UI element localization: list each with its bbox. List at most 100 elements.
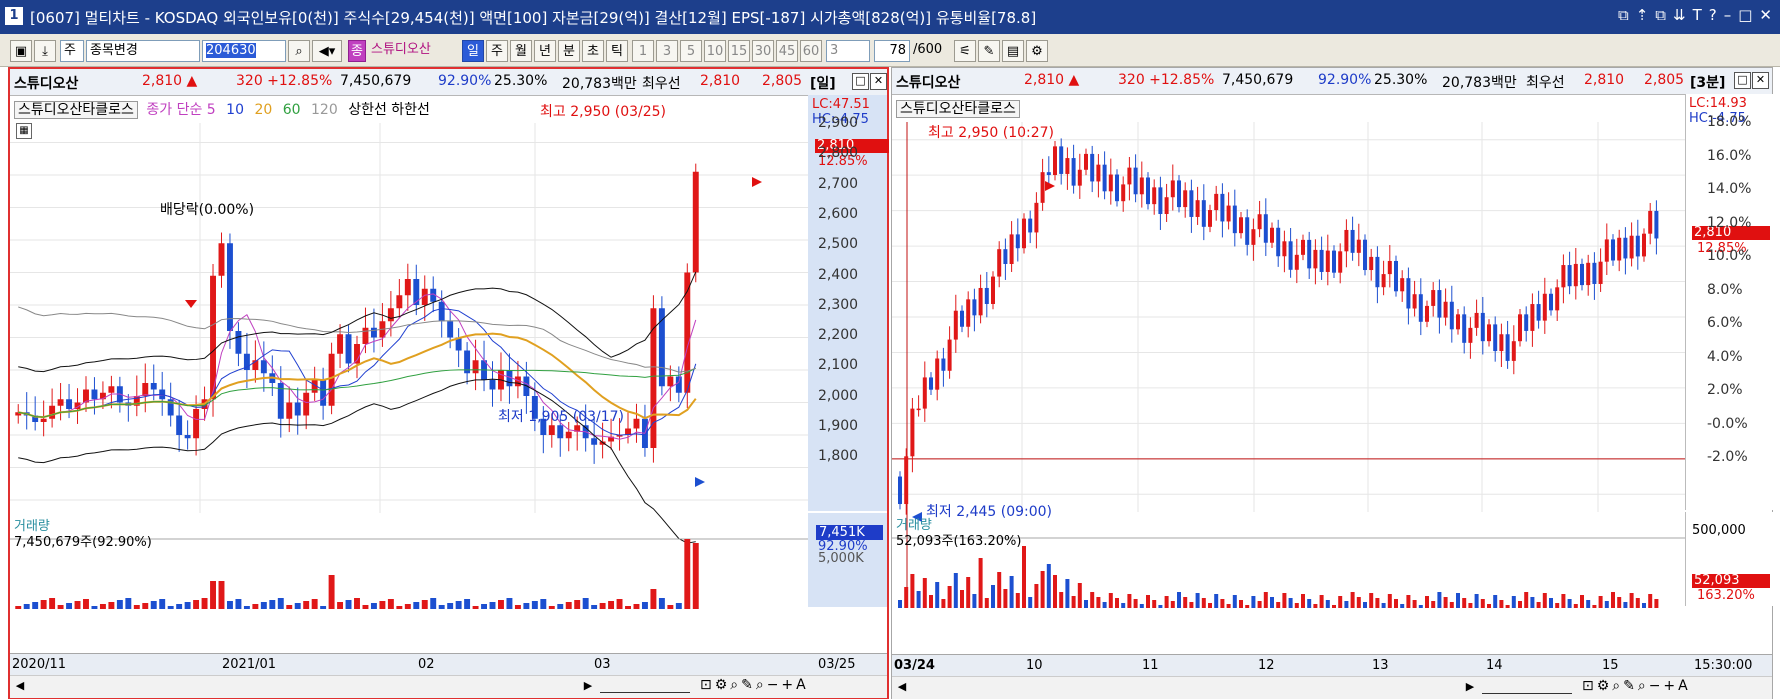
left-legend-name[interactable]: 스튜디오산타클로스	[14, 101, 138, 119]
scroll-right-icon[interactable]: ▶	[580, 678, 596, 694]
right-legend-name[interactable]: 스튜디오산타클로스	[896, 100, 1020, 118]
candle-body	[1282, 241, 1287, 257]
volume-bar	[1028, 597, 1033, 608]
lc-value: LC:14.93	[1689, 96, 1747, 111]
scroll-right-icon[interactable]: ▶	[1462, 679, 1478, 695]
candle-body	[438, 301, 445, 322]
volume-bar	[1561, 594, 1566, 608]
candle-body	[1226, 205, 1231, 222]
candle-body	[1623, 237, 1628, 259]
date-tick: 03/25	[818, 657, 856, 672]
help-icon[interactable]: ?	[1709, 6, 1717, 24]
period-month[interactable]: 월	[510, 40, 532, 62]
zoom-slider[interactable]	[600, 680, 690, 693]
gear-icon[interactable]: ⚙	[1026, 40, 1048, 62]
interval-1[interactable]: 1	[632, 40, 654, 62]
minute-candlestick-chart[interactable]	[892, 94, 1772, 608]
font-icon[interactable]: T	[1693, 6, 1702, 24]
candle-body	[991, 276, 995, 304]
volume-bar	[991, 585, 995, 608]
download-icon[interactable]: ⤓	[34, 40, 56, 62]
volume-bar	[1344, 601, 1349, 608]
candle-body	[633, 418, 640, 429]
volume-bar	[1604, 601, 1609, 608]
candle-body	[984, 287, 989, 304]
chart-tool-icons[interactable]: ⊡⚙⌕✎⌕−+A	[700, 677, 809, 693]
chart-tool-icons[interactable]: ⊡⚙⌕✎⌕−+A	[1582, 678, 1691, 694]
panel-close-icon[interactable]: ✕	[1752, 72, 1769, 89]
count-input[interactable]: 78	[874, 40, 910, 62]
chart-tools-icon[interactable]: ⚟	[954, 40, 976, 62]
stock-type-select[interactable]: 주	[60, 40, 84, 62]
volume-bar	[641, 602, 648, 609]
candle-body	[1046, 172, 1051, 176]
volume-bar	[40, 600, 47, 609]
candle-body	[91, 389, 98, 400]
interval-60[interactable]: 60	[800, 40, 822, 62]
candle-body	[142, 383, 149, 396]
volume-bar	[898, 600, 902, 608]
volume-bar	[235, 599, 242, 609]
restore-icon[interactable]: ⧉	[1618, 6, 1629, 24]
volume-bar	[1437, 592, 1442, 608]
panel-maximize-icon[interactable]: □	[1734, 72, 1751, 89]
interval-30[interactable]: 30	[752, 40, 774, 62]
table-icon[interactable]: ▦	[16, 123, 32, 139]
interval-5[interactable]: 5	[680, 40, 702, 62]
arrange-icon[interactable]: ⇊	[1673, 6, 1686, 24]
period-tick[interactable]: 틱	[606, 40, 628, 62]
layout-icon[interactable]: ▣	[10, 40, 32, 62]
candle-body	[1642, 233, 1646, 257]
date-tick: 03/24	[894, 658, 935, 673]
volume-bar	[1139, 604, 1144, 608]
high-arrow	[1045, 181, 1055, 191]
volume-bar	[1456, 593, 1460, 608]
interval-3[interactable]: 3	[656, 40, 678, 62]
save-icon[interactable]: ▤	[1002, 40, 1024, 62]
zoom-slider[interactable]	[1482, 681, 1572, 694]
candle-body	[286, 402, 293, 419]
panel-close-icon[interactable]: ✕	[870, 73, 887, 90]
tile-icon[interactable]: ⧉	[1655, 6, 1666, 24]
maximize-icon[interactable]: □	[1738, 6, 1752, 24]
search-icon[interactable]: ⌕	[288, 40, 310, 62]
candle-body	[235, 331, 242, 354]
interval-45[interactable]: 45	[776, 40, 798, 62]
candle-body	[910, 408, 915, 457]
volume-bar	[1152, 600, 1157, 608]
volume-bar	[1449, 602, 1454, 608]
volume-bar	[354, 598, 360, 609]
panel-maximize-icon[interactable]: □	[852, 73, 869, 90]
close-icon[interactable]: ✕	[1759, 6, 1772, 24]
change-stock-combo[interactable]: 종목변경	[86, 40, 200, 62]
candle-body	[260, 360, 267, 374]
speaker-icon[interactable]: ◀▾	[312, 40, 342, 62]
volume-bar	[269, 600, 276, 609]
y-tick: 8.0%	[1707, 281, 1743, 298]
scroll-left-icon[interactable]: ◀	[894, 679, 910, 695]
volume-bar	[472, 606, 479, 609]
interval-10[interactable]: 10	[704, 40, 726, 62]
interval-combo[interactable]: 3	[826, 40, 870, 62]
volume-bar	[1208, 603, 1212, 608]
pin-icon[interactable]: ⇡	[1636, 6, 1649, 24]
scroll-left-icon[interactable]: ◀	[12, 678, 28, 694]
period-minute[interactable]: 분	[558, 40, 580, 62]
draw-icon[interactable]: ✎	[978, 40, 1000, 62]
period-week[interactable]: 주	[486, 40, 508, 62]
right-scrollbar[interactable]: ◀ ▶ ⊡⚙⌕✎⌕−+A	[892, 676, 1772, 699]
period-second[interactable]: 초	[582, 40, 604, 62]
left-scrollbar[interactable]: ◀ ▶ ⊡⚙⌕✎⌕−+A	[10, 675, 887, 698]
candle-body	[1406, 278, 1411, 309]
code-input[interactable]: 204630	[202, 40, 286, 62]
candle-body	[1530, 304, 1535, 331]
candle-body	[947, 339, 952, 371]
volume-bar	[260, 602, 267, 609]
interval-15[interactable]: 15	[728, 40, 750, 62]
period-year[interactable]: 년	[534, 40, 556, 62]
minimize-icon[interactable]: –	[1724, 6, 1732, 24]
volume-bar	[370, 603, 377, 609]
period-day[interactable]: 일	[462, 40, 484, 62]
candle-body	[1604, 239, 1609, 262]
volume-ratio-tag: 163.20%	[1697, 588, 1755, 603]
